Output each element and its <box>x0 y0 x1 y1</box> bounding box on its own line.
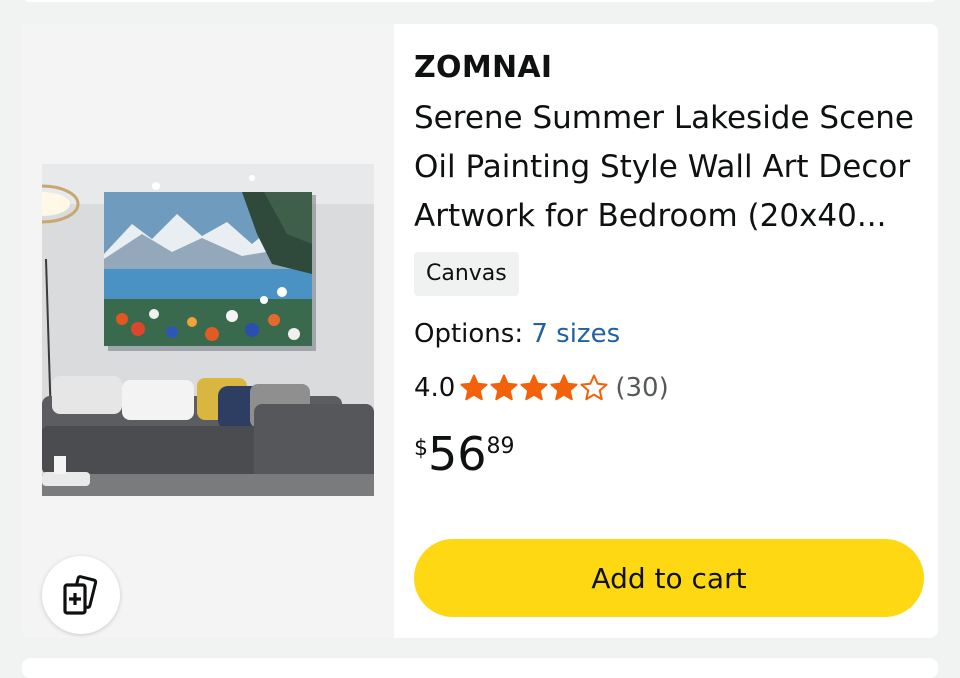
options-sizes-link[interactable]: 7 sizes <box>531 319 620 349</box>
star-icon <box>550 374 578 401</box>
star-icon <box>460 374 488 401</box>
price-symbol: $ <box>414 436 428 461</box>
price-whole: 56 <box>428 427 487 481</box>
previous-card-edge <box>22 0 938 2</box>
product-card[interactable]: ZOMNAI Serene Summer Lakeside Scene Oil … <box>22 24 938 638</box>
review-count[interactable]: (30) <box>615 370 668 406</box>
brand-name: ZOMNAI <box>414 50 553 85</box>
star-icon <box>490 374 518 401</box>
product-title[interactable]: Serene Summer Lakeside Scene Oil Paintin… <box>414 94 926 241</box>
add-to-cart-button[interactable]: Add to cart <box>414 539 924 617</box>
product-info: ZOMNAI Serene Summer Lakeside Scene Oil … <box>414 24 930 638</box>
product-image-panel <box>22 24 394 638</box>
price-fraction: 89 <box>486 434 515 459</box>
compare-button[interactable] <box>42 556 120 634</box>
options-label: Options: <box>414 319 524 349</box>
compare-cards-plus-icon <box>63 575 98 615</box>
product-image[interactable] <box>42 164 374 496</box>
options-row: Options: 7 sizes <box>414 316 620 352</box>
format-badge: Canvas <box>414 252 519 296</box>
price: $ 56 89 <box>414 426 515 482</box>
star-icon <box>580 374 608 401</box>
star-rating[interactable] <box>459 373 609 403</box>
rating-value: 4.0 <box>414 373 456 403</box>
rating-row[interactable]: 4.0 (30) <box>414 370 669 406</box>
star-icon <box>520 374 548 401</box>
next-card-edge <box>22 658 938 678</box>
